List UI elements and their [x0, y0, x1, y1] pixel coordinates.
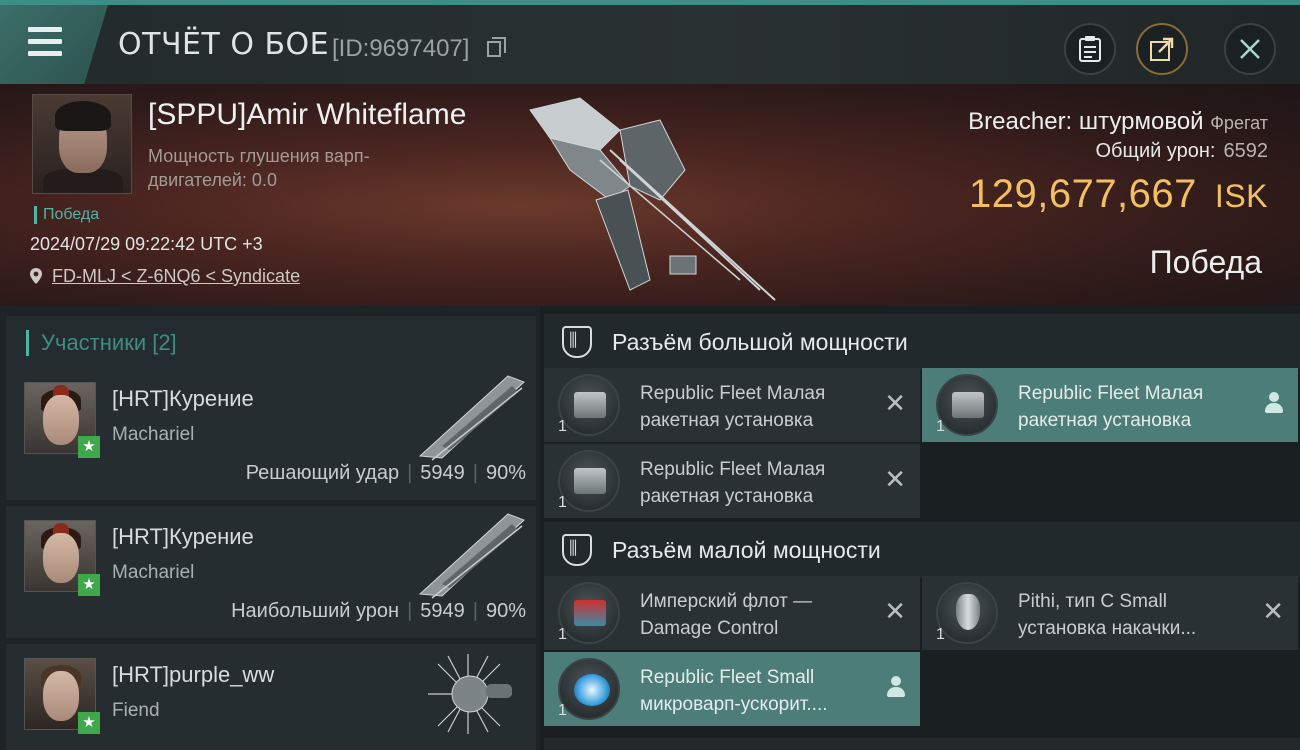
module-slot[interactable]: 1 Republic Fleet Small микроварп-ускорит… — [544, 652, 920, 726]
participant-damage: 5949 — [420, 462, 465, 484]
clipboard-button[interactable] — [1064, 23, 1116, 75]
victim-name[interactable]: [SPPU]Amir Whiteflame — [148, 98, 466, 132]
participant-card[interactable]: ★ [HRT]Курение Machariel Решающий удар | 5… — [6, 368, 536, 500]
participant-role: Наибольший урон — [231, 600, 400, 622]
missile-launcher-icon — [558, 374, 620, 436]
victim-summary: [SPPU]Amir Whiteflame Мощность глушения … — [0, 84, 1300, 306]
damage-control-icon — [558, 582, 620, 644]
missile-launcher-icon — [558, 450, 620, 512]
participant-ship: Machariel — [112, 562, 195, 583]
warp-jam-strength: Мощность глушения варп-двигателей: 0.0 — [148, 146, 370, 190]
participant-ship: Fiend — [112, 700, 160, 721]
destroyed-icon: ✕ — [1262, 596, 1284, 626]
menu-icon-line — [28, 27, 62, 32]
ship-name: Breacher: штурмовой — [968, 108, 1204, 135]
participant-role: Решающий удар — [245, 462, 400, 484]
module-slot[interactable]: 1 Republic Fleet Малая ракетная установк… — [544, 444, 920, 518]
high-slot-header: Разъём большой мощности — [544, 314, 1300, 370]
victim-ship-type: Breacher: штурмовой Фрегат — [968, 108, 1268, 136]
location-link[interactable]: FD-MLJ < Z-6NQ6 < Syndicate — [52, 266, 300, 286]
participants-header: Участники [2] — [6, 316, 536, 370]
module-name: Republic Fleet Малая ракетная установка — [1018, 383, 1204, 431]
close-button[interactable] — [1224, 23, 1276, 75]
kill-datetime: 2024/07/29 09:22:42 UTC +3 — [30, 234, 263, 254]
module-slot[interactable]: 1 Pithi, тип C Small установка накачки..… — [922, 576, 1298, 650]
module-name: Имперский флот — Damage Control — [640, 591, 813, 639]
module-name: Pithi, тип C Small установка накачки... — [1018, 591, 1197, 639]
destroyed-icon: ✕ — [884, 596, 906, 626]
share-icon — [1150, 37, 1174, 61]
menu-button[interactable] — [0, 5, 108, 84]
module-quantity: 1 — [558, 418, 567, 435]
high-slot-title: Разъём большой мощности — [612, 329, 908, 355]
participant-ship-icon — [418, 513, 525, 599]
participant-percent: 90% — [485, 462, 526, 484]
participant-name[interactable]: [HRT]Курение — [112, 524, 254, 550]
fitting-panel: Разъём большой мощности 1 Republic Fleet… — [544, 306, 1300, 750]
top-bar: ОТЧЁТ О БОЕ [ID:9697407] — [0, 0, 1300, 84]
low-slot-header: Разъём малой мощности — [544, 522, 1300, 578]
report-id: [ID:9697407] — [332, 35, 470, 62]
microwarpdrive-icon — [558, 658, 620, 720]
victim-ship-image — [529, 97, 776, 301]
participants-panel: Участники [2] ★ [HRT]Курение Machariel Р… — [0, 306, 540, 750]
location-pin-icon — [30, 268, 42, 284]
participant-percent: 90% — [485, 600, 526, 622]
destroyed-icon: ✕ — [884, 464, 906, 494]
participant-card[interactable]: ★ [HRT]Курение Machariel Наибольший урон… — [6, 506, 536, 638]
total-damage: Общий урон: 6592 — [1096, 140, 1269, 163]
module-slot[interactable]: 1 Republic Fleet Малая ракетная установк… — [922, 368, 1298, 442]
module-quantity: 1 — [936, 418, 945, 435]
next-slot-header — [544, 738, 1300, 750]
participant-name[interactable]: [HRT]purple_ww — [112, 662, 274, 688]
destroyed-icon: ✕ — [884, 388, 906, 418]
isk-amount: 129,677,667 — [968, 172, 1197, 216]
ship-class: Фрегат — [1210, 113, 1268, 133]
battle-outcome: Победа — [1149, 244, 1262, 280]
module-slot[interactable]: 1 Имперский флот — Damage Control ✕ — [544, 576, 920, 650]
module-name: Republic Fleet Малая ракетная установка — [640, 383, 826, 431]
star-icon: ★ — [78, 712, 100, 734]
module-quantity: 1 — [558, 494, 567, 511]
low-slot-title: Разъём малой мощности — [612, 537, 881, 563]
share-button[interactable] — [1136, 23, 1188, 75]
participant-ship: Machariel — [112, 424, 195, 445]
module-slot[interactable]: 1 Republic Fleet Малая ракетная установк… — [544, 368, 920, 442]
participant-card[interactable]: ★ [HRT]purple_ww Fiend — [6, 644, 536, 750]
menu-icon-line — [28, 51, 62, 56]
close-icon — [1240, 39, 1260, 59]
page-title: ОТЧЁТ О БОЕ — [118, 27, 330, 62]
dropped-person-icon — [886, 676, 906, 698]
participant-ship-icon — [418, 375, 525, 461]
status-badge: Победа — [34, 206, 99, 224]
victim-avatar[interactable] — [32, 94, 132, 194]
isk-unit: ISK — [1214, 178, 1268, 214]
menu-icon-line — [28, 39, 62, 44]
low-slot-icon — [562, 534, 592, 566]
kill-location[interactable]: FD-MLJ < Z-6NQ6 < Syndicate — [30, 266, 300, 287]
module-name: Republic Fleet Малая ракетная установка — [640, 459, 826, 507]
high-slot-icon — [562, 326, 592, 358]
participants-title: Участники [2] — [26, 330, 177, 356]
participant-stats: Наибольший урон | 5949 | 90% — [231, 600, 526, 622]
missile-launcher-icon — [936, 374, 998, 436]
module-quantity: 1 — [936, 626, 945, 643]
module-quantity: 1 — [558, 626, 567, 643]
star-icon: ★ — [78, 436, 100, 458]
module-quantity: 1 — [558, 702, 567, 719]
participant-stats: Решающий удар | 5949 | 90% — [245, 462, 526, 484]
star-icon: ★ — [78, 574, 100, 596]
module-name: Republic Fleet Small микроварп-ускорит..… — [640, 667, 828, 715]
participant-damage: 5949 — [420, 600, 465, 622]
total-damage-label: Общий урон: — [1095, 140, 1216, 162]
participant-name[interactable]: [HRT]Курение — [112, 386, 254, 412]
dropped-person-icon — [1264, 392, 1284, 414]
clipboard-icon — [1079, 36, 1101, 62]
copy-icon[interactable] — [487, 37, 506, 57]
participant-ship-icon — [428, 654, 512, 734]
total-damage-value: 6592 — [1223, 140, 1269, 162]
isk-value: 129,677,667 ISK — [969, 172, 1268, 217]
shield-booster-icon — [936, 582, 998, 644]
